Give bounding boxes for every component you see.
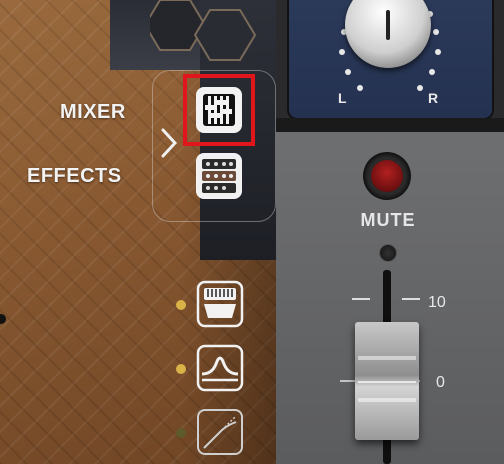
compressor-curve-icon [197,409,243,455]
fader-scale-0: 0 [436,374,445,391]
acoustic-panel-decor [150,0,257,61]
mute-label: MUTE [360,210,416,230]
panel-screw [379,244,397,262]
pan-right-label: R [428,90,439,106]
chevron-right-icon[interactable] [160,126,178,169]
dynamics-module-button[interactable] [196,408,243,455]
preamp-module-button[interactable] [196,280,244,328]
effects-rack-icon [198,155,240,197]
selection-highlight [183,74,255,146]
fader-scale-10: 10 [428,294,446,311]
eq-module-button[interactable] [196,344,244,392]
effects-button[interactable] [196,153,242,199]
nav-effects-label[interactable]: EFFECTS [27,165,122,188]
plugin-window: MIXER EFFECTS L R MUTE 10 0 [0,0,504,464]
preamp-icon [196,280,244,328]
dynamics-inactive-dot [176,428,186,438]
eq-active-dot [176,364,186,374]
mute-led [371,160,403,192]
pan-left-label: L [338,90,347,106]
nav-mixer-label[interactable]: MIXER [60,101,126,124]
eq-bell-icon [196,344,244,392]
preamp-active-dot [176,300,186,310]
pan-knob-indicator [386,10,390,40]
